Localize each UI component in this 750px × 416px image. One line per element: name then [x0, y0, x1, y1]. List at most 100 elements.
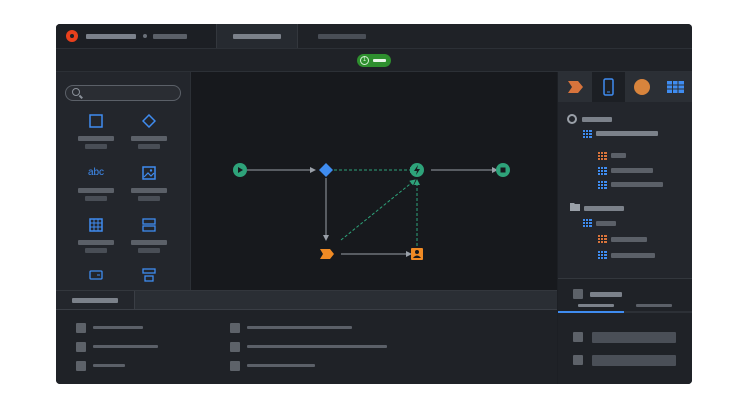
- component-sublabel-placeholder: [138, 248, 160, 253]
- text-icon: abc: [87, 167, 105, 178]
- tree-item-label[interactable]: [611, 168, 653, 173]
- tree-item-label[interactable]: [596, 131, 658, 136]
- component-label-placeholder: [131, 136, 167, 141]
- tree-folder-label[interactable]: [584, 206, 624, 211]
- table-icon: [89, 218, 103, 232]
- flow-canvas[interactable]: [191, 72, 557, 290]
- table-blue-icon: [598, 167, 607, 175]
- form-icon: [142, 218, 156, 232]
- tab-bottom-active[interactable]: [56, 291, 135, 310]
- tree-item-label[interactable]: [596, 221, 616, 226]
- properties-panel: [558, 278, 692, 384]
- component-diamond[interactable]: [124, 113, 174, 158]
- list-checkbox[interactable]: [230, 342, 240, 352]
- list-checkbox[interactable]: [76, 361, 86, 371]
- tab-active-indicator: [558, 311, 624, 313]
- component-table[interactable]: [71, 218, 121, 262]
- bottom-panel: [56, 290, 557, 384]
- radio-icon[interactable]: [567, 114, 577, 124]
- component-image[interactable]: [124, 166, 174, 210]
- tab-properties[interactable]: [578, 304, 614, 307]
- bottom-tab-strip: [135, 291, 557, 310]
- grid-icon: [667, 81, 684, 93]
- component-sublabel-placeholder: [138, 144, 160, 149]
- tab-project[interactable]: [56, 24, 217, 48]
- tab-grid[interactable]: [659, 72, 692, 102]
- component-label-placeholder: [78, 240, 114, 245]
- component-sublabel-placeholder: [85, 248, 107, 253]
- separator-dot: [143, 34, 147, 38]
- play-icon[interactable]: [233, 163, 247, 177]
- run-toggle[interactable]: 1: [357, 54, 391, 67]
- list-item-label: [247, 326, 352, 329]
- table-blue-icon: [598, 181, 607, 189]
- lightning-icon[interactable]: [410, 163, 424, 177]
- square-icon: [89, 114, 103, 128]
- tab-inactive-placeholder[interactable]: [318, 34, 366, 39]
- component-layout[interactable]: [124, 268, 174, 288]
- tab-mobile[interactable]: [592, 72, 625, 102]
- table-blue-icon: [583, 130, 592, 138]
- tree-item-label[interactable]: [611, 153, 626, 158]
- circle-icon: [634, 79, 650, 95]
- list-item-label: [93, 326, 143, 329]
- tree-item-label[interactable]: [611, 182, 663, 187]
- property-field[interactable]: [592, 355, 676, 366]
- tree-item-label[interactable]: [611, 237, 647, 242]
- right-panel: [558, 72, 692, 384]
- component-panel: abc: [56, 72, 191, 290]
- list-checkbox[interactable]: [230, 323, 240, 333]
- list-item-label: [247, 345, 387, 348]
- list-checkbox[interactable]: [76, 342, 86, 352]
- component-form[interactable]: [124, 218, 174, 262]
- table-blue-icon: [583, 219, 592, 227]
- stop-icon[interactable]: [496, 163, 510, 177]
- list-checkbox[interactable]: [230, 361, 240, 371]
- tree-item-label[interactable]: [611, 253, 655, 258]
- button-icon: [89, 268, 103, 282]
- property-checkbox[interactable]: [573, 355, 583, 365]
- table-orange-icon: [598, 235, 607, 243]
- title-bar: [56, 24, 692, 49]
- list-item-label: [93, 364, 125, 367]
- list-checkbox[interactable]: [76, 323, 86, 333]
- tab-active[interactable]: [217, 24, 298, 48]
- search-input[interactable]: [65, 85, 181, 101]
- list-item-label: [247, 364, 315, 367]
- component-square[interactable]: [71, 114, 121, 158]
- toggle-count: 1: [360, 56, 369, 65]
- component-sublabel-placeholder: [85, 144, 107, 149]
- tab-steps[interactable]: [558, 72, 591, 102]
- flow-diagram: [233, 163, 510, 260]
- tree-root-label: [582, 117, 612, 122]
- component-label-placeholder: [131, 188, 167, 193]
- edge-step-action[interactable]: [340, 179, 416, 241]
- property-field[interactable]: [592, 332, 676, 343]
- component-label-placeholder: [78, 136, 114, 141]
- bottom-tab-label: [72, 298, 118, 303]
- component-text[interactable]: abc: [71, 166, 121, 210]
- component-label-placeholder: [78, 188, 114, 193]
- property-checkbox[interactable]: [573, 332, 583, 342]
- table-orange-icon: [598, 152, 607, 160]
- tab-circle[interactable]: [626, 72, 659, 102]
- right-tabs: [558, 72, 692, 102]
- tab-styles[interactable]: [636, 304, 672, 307]
- search-icon: [72, 88, 80, 96]
- property-label: [590, 292, 622, 297]
- component-button[interactable]: [71, 268, 121, 288]
- person-icon[interactable]: [411, 248, 423, 260]
- mobile-icon: [603, 78, 614, 96]
- table-blue-icon: [598, 251, 607, 259]
- tab-label-placeholder: [233, 34, 281, 39]
- folder-icon: [570, 203, 580, 211]
- component-sublabel-placeholder: [85, 196, 107, 201]
- chevron-step-icon[interactable]: [320, 249, 334, 259]
- app-window: 1 abc: [56, 24, 692, 384]
- component-sublabel-placeholder: [138, 196, 160, 201]
- chevron-icon: [568, 81, 583, 93]
- image-icon: [142, 166, 156, 180]
- list-item-label: [93, 345, 158, 348]
- property-checkbox[interactable]: [573, 289, 583, 299]
- decision-diamond-icon[interactable]: [319, 163, 333, 177]
